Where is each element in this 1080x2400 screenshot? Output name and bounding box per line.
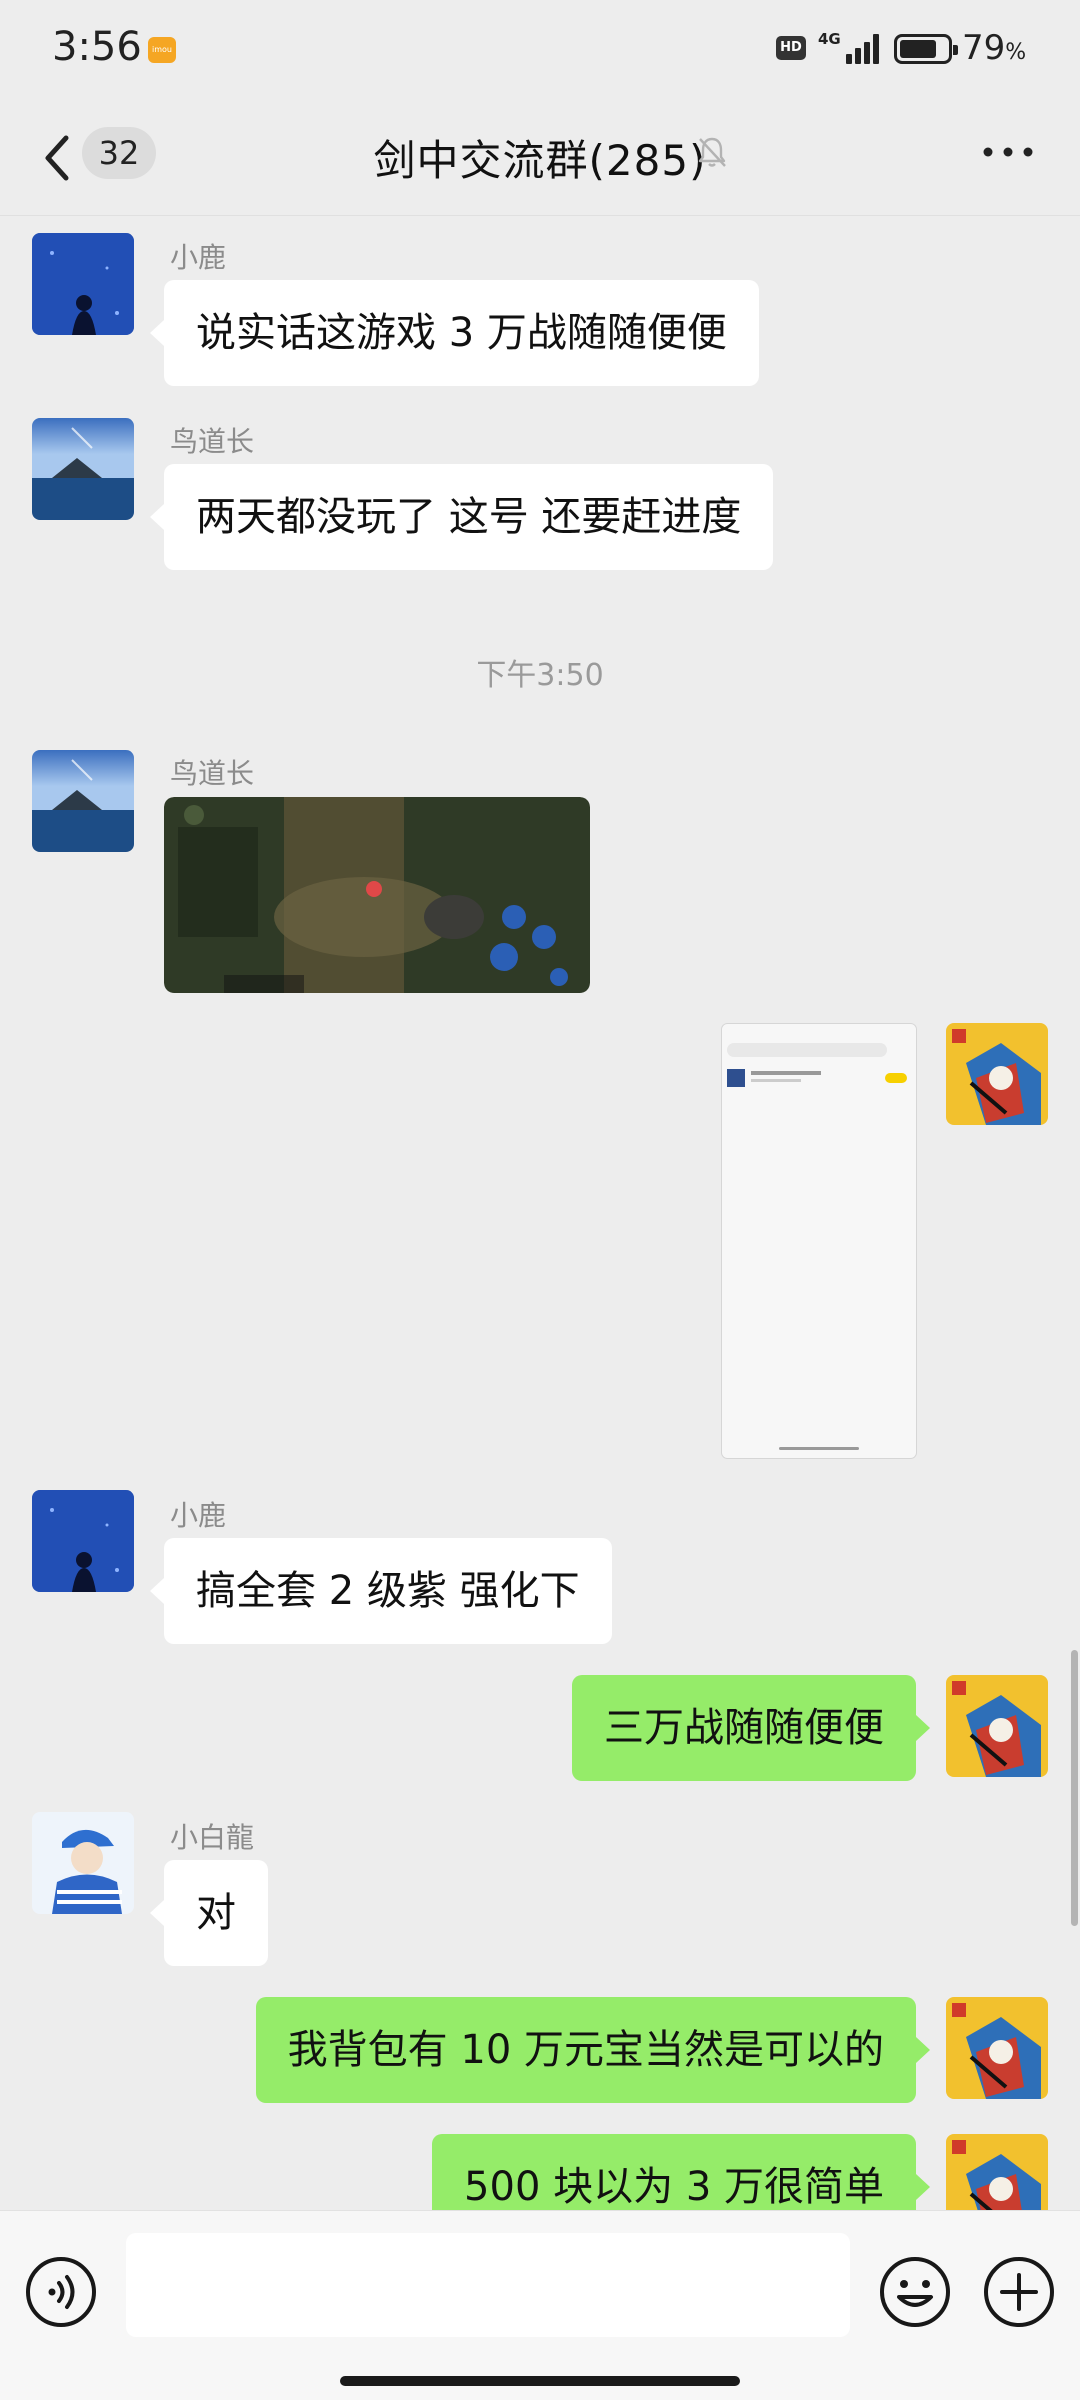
hd-icon: HD [776, 36, 806, 60]
avatar[interactable] [32, 233, 134, 335]
avatar[interactable] [32, 418, 134, 520]
message-timestamp: 下午3:50 [476, 658, 604, 693]
message-input[interactable] [126, 2233, 850, 2337]
scrollbar[interactable] [1071, 1650, 1078, 1926]
message-bubble-outgoing[interactable]: 我背包有 10 万元宝当然是可以的 [255, 1997, 931, 2103]
avatar[interactable] [32, 1490, 134, 1592]
sender-name: 小鹿 [170, 241, 227, 274]
avatar[interactable] [32, 750, 134, 852]
sender-name: 鸟道长 [170, 425, 255, 458]
sender-name: 小白龍 [170, 1821, 255, 1854]
message-bubble[interactable]: 说实话这游戏 3 万战随随便便 [150, 280, 759, 386]
game-screenshot-image[interactable] [164, 797, 590, 993]
sender-name: 鸟道长 [170, 757, 255, 790]
my-avatar[interactable] [946, 1997, 1048, 2099]
my-avatar[interactable] [946, 1023, 1048, 1125]
battery-percent: 79% [962, 28, 1027, 68]
emoji-icon[interactable] [878, 2255, 952, 2329]
status-time: 3:56 [52, 24, 142, 70]
voice-icon[interactable] [24, 2255, 98, 2329]
message-bubble[interactable]: 两天都没玩了 这号 还要赶进度 [149, 464, 774, 570]
network-type: 4G [818, 30, 841, 48]
message-bubble-outgoing[interactable]: 三万战随随便便 [572, 1675, 930, 1781]
signal-icon [846, 34, 882, 64]
app-notification-icon: imou [148, 37, 176, 63]
chat-title: 剑中交流群(285) [373, 136, 707, 185]
sender-name: 小鹿 [170, 1499, 227, 1532]
plus-icon[interactable] [982, 2255, 1056, 2329]
mute-bell-icon [698, 137, 726, 167]
my-avatar[interactable] [946, 1675, 1048, 1777]
status-bar: 3:56 imou HD 4G 79% [0, 0, 1080, 100]
phone-screenshot-image[interactable] [721, 1023, 917, 1459]
message-bubble[interactable]: 搞全套 2 级紫 强化下 [150, 1538, 612, 1644]
home-indicator[interactable] [340, 2376, 740, 2386]
avatar[interactable] [32, 1812, 134, 1914]
input-bar [0, 2210, 1080, 2400]
battery-icon [894, 34, 958, 64]
message-bubble[interactable]: 对 [150, 1860, 268, 1966]
